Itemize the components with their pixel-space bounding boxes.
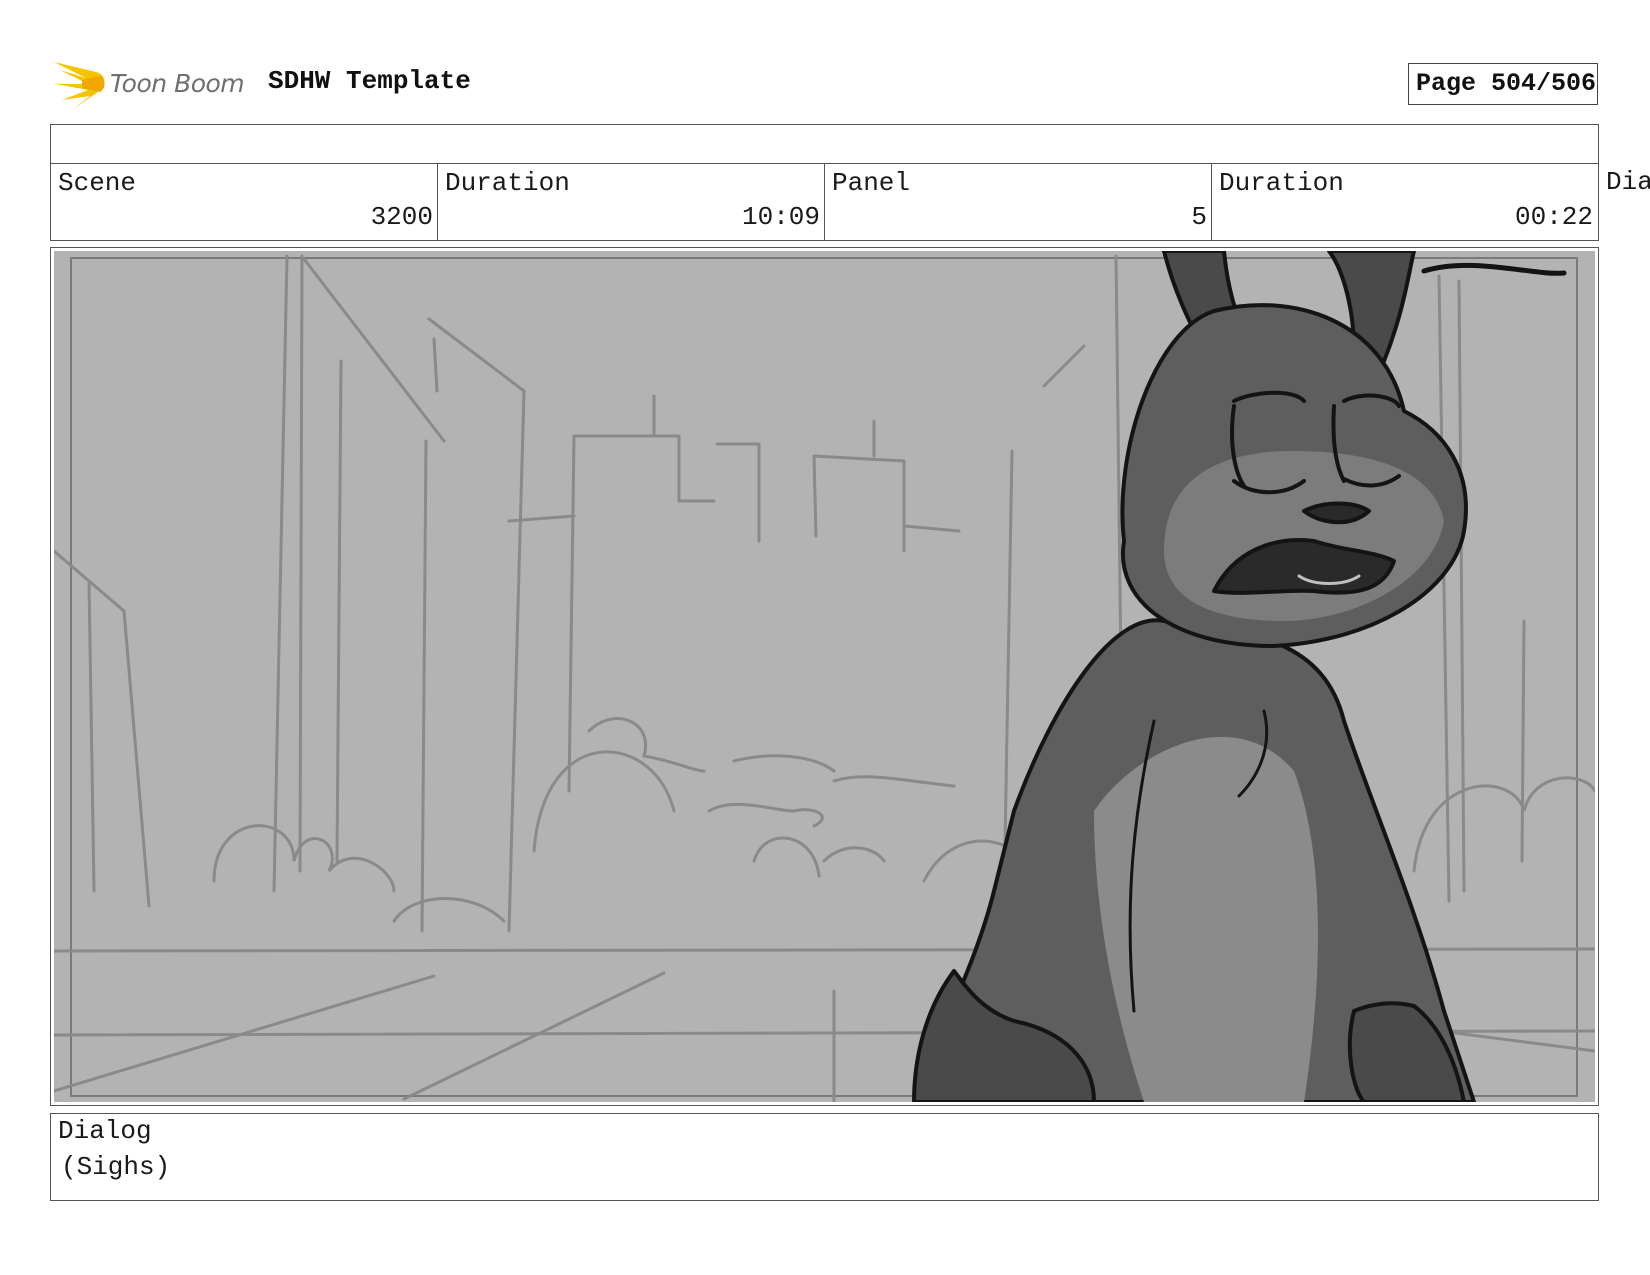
scene-value: 3200 (370, 202, 433, 232)
panel-value: 5 (1191, 202, 1207, 232)
panel-duration-value: 00:22 (1514, 202, 1593, 232)
toon-boom-flame-icon (54, 62, 105, 110)
dialog-column-overflow-label: Dia (1606, 167, 1650, 197)
panel-duration-cell: Duration 00:22 (1212, 164, 1597, 240)
dialog-label: Dialog (58, 1116, 152, 1146)
scene-label: Scene (58, 168, 137, 198)
dialog-box: Dialog (Sighs) (50, 1113, 1599, 1201)
info-row: Scene 3200 Duration 10:09 Panel 5 Durati… (50, 163, 1599, 241)
page-indicator: Page 504/506 (1408, 63, 1598, 105)
panel-cell: Panel 5 (825, 164, 1212, 240)
panel-duration-label: Duration (1219, 168, 1344, 198)
scene-duration-value: 10:09 (741, 202, 820, 232)
scene-duration-cell: Duration 10:09 (438, 164, 825, 240)
scene-duration-label: Duration (445, 168, 570, 198)
toon-boom-logo: Toon Boom (52, 56, 252, 112)
panel-label: Panel (832, 168, 911, 198)
scene-cell: Scene 3200 (51, 164, 438, 240)
document-title: SDHW Template (268, 66, 471, 96)
storyboard-sketch (54, 251, 1595, 1102)
storyboard-panel (50, 247, 1599, 1106)
header-blank-row (50, 124, 1599, 164)
logo-text: Toon Boom (110, 69, 245, 98)
dialog-text: (Sighs) (61, 1152, 171, 1182)
